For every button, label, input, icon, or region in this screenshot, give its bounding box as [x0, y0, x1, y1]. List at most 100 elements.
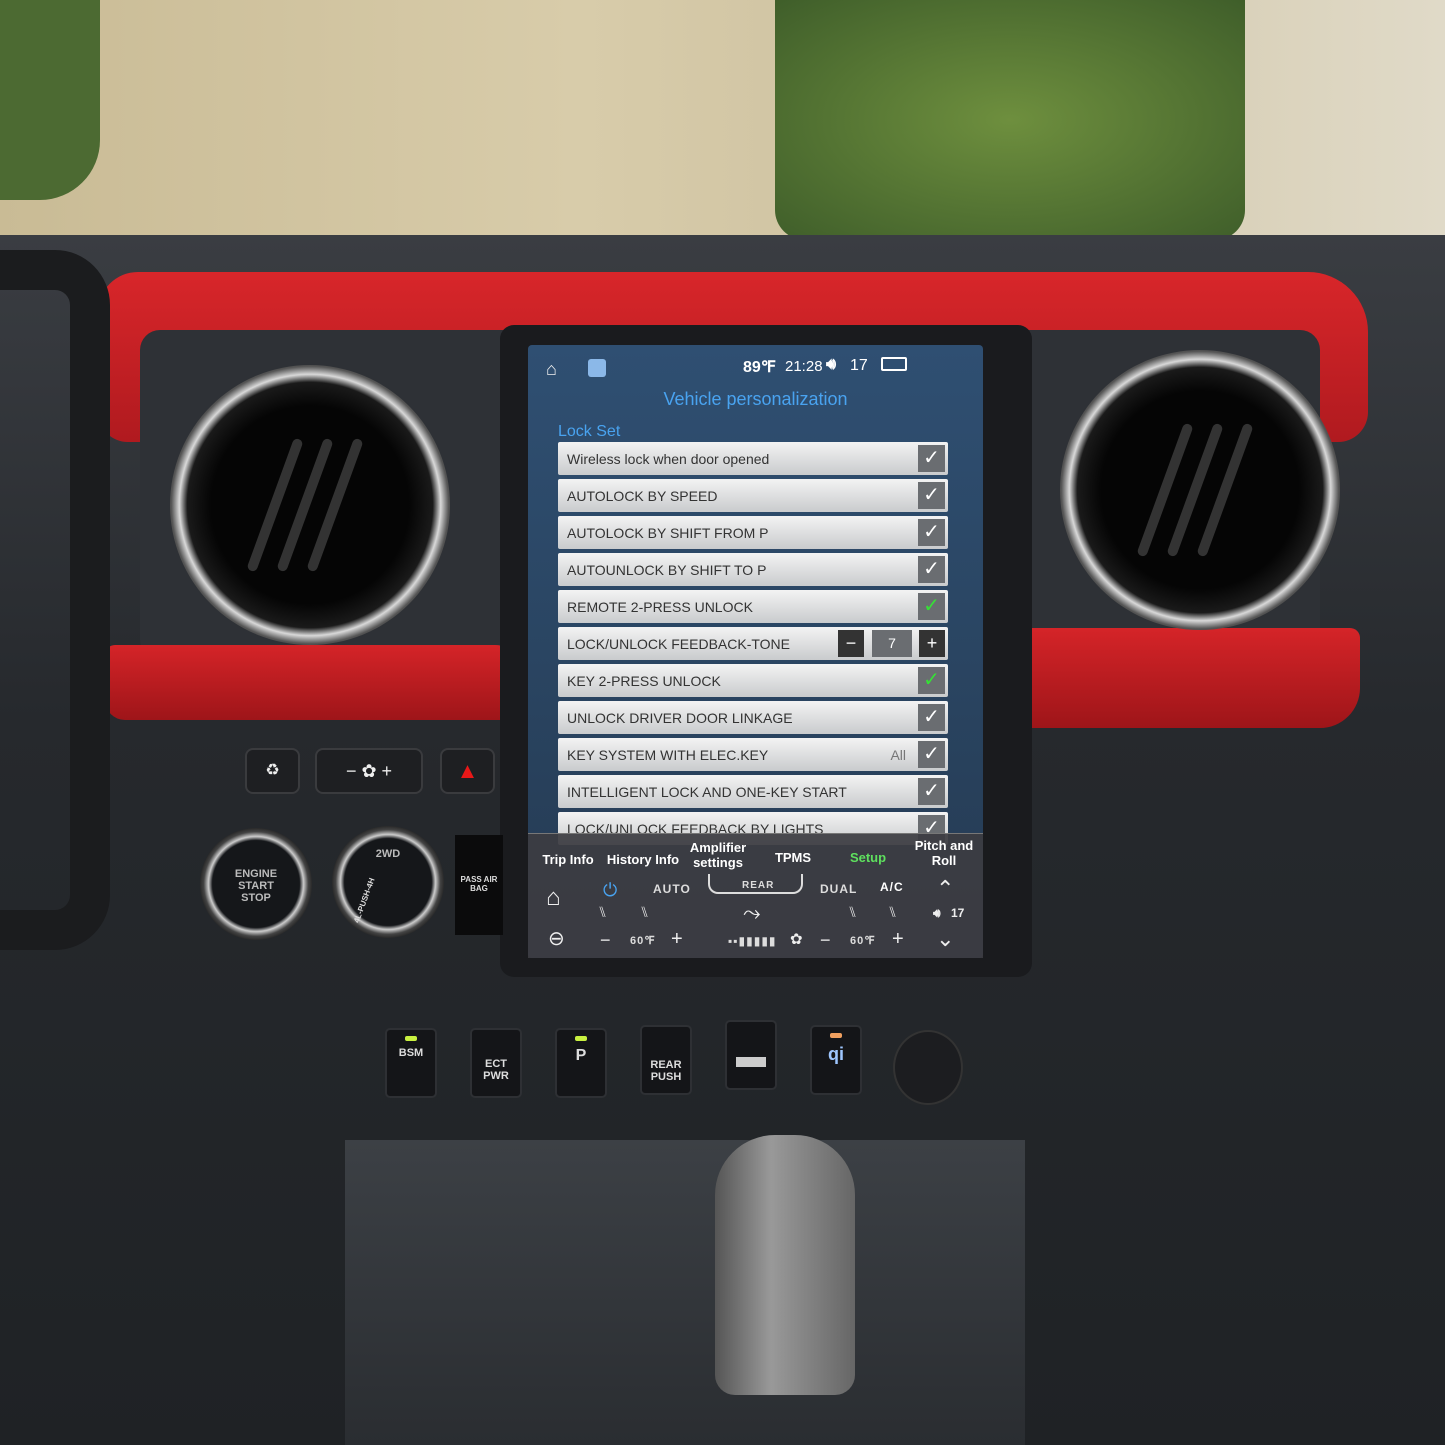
seat-heat-left-icon[interactable]: ⑊ [598, 904, 607, 921]
rear-label: REAR [742, 880, 775, 891]
qi-wireless-charger-switch[interactable]: qi [810, 1025, 862, 1095]
tab-pitch-and-roll[interactable]: Pitch and Roll [908, 838, 980, 868]
setting-label: AUTOLOCK BY SHIFT FROM P [567, 525, 769, 541]
bottom-control-bar: Trip Info History Info Amplifier setting… [528, 833, 983, 958]
speaker-icon: 🔊︎ [826, 356, 837, 373]
app-icon[interactable] [588, 359, 606, 377]
parking-sensor-switch[interactable]: P [555, 1028, 607, 1098]
fan-minus[interactable]: − [346, 761, 357, 781]
chevron-down-icon[interactable]: ⌃ [936, 924, 954, 950]
setting-row[interactable]: INTELLIGENT LOCK AND ONE-KEY START ✓ [558, 775, 948, 808]
setting-row[interactable]: KEY SYSTEM WITH ELEC.KEY All ✓ [558, 738, 948, 771]
setting-label: KEY SYSTEM WITH ELEC.KEY [567, 747, 769, 763]
setting-row[interactable]: AUTOUNLOCK BY SHIFT TO P ✓ [558, 553, 948, 586]
tab-amplifier-settings[interactable]: Amplifier settings [683, 840, 753, 870]
page-title: Vehicle personalization [663, 389, 848, 409]
red-trim-left [105, 645, 525, 720]
seat-heat-right-icon[interactable]: ⑊ [848, 904, 857, 921]
temperature: 89℉ [743, 359, 777, 376]
checkbox[interactable]: ✓ [918, 593, 945, 620]
setting-row[interactable]: UNLOCK DRIVER DOOR LINKAGE ✓ [558, 701, 948, 734]
seat-cool-left-icon[interactable]: ⑊ [640, 904, 649, 921]
section-title: Lock Set [558, 423, 621, 440]
volume-level: 17 [850, 357, 868, 374]
setting-label: AUTOUNLOCK BY SHIFT TO P [567, 562, 767, 578]
recent-apps-icon[interactable] [881, 357, 907, 371]
bsm-switch[interactable]: BSM [385, 1028, 437, 1098]
bottom-volume: 17 [951, 906, 965, 920]
left-air-vent[interactable] [170, 365, 450, 645]
tab-setup[interactable]: Setup [838, 850, 898, 865]
bsm-label: BSM [398, 1047, 424, 1059]
checkbox[interactable]: ✓ [918, 445, 945, 472]
back-icon[interactable]: ⊖ [548, 926, 565, 951]
engine-start-stop-button[interactable]: ENGINE START STOP [200, 828, 312, 940]
head-unit-screen: ⌂ 89℉ 21:28 🔊︎ 17 Vehicle personalizatio… [528, 345, 983, 958]
parking-label: P [575, 1047, 587, 1064]
setting-label: Wireless lock when door opened [567, 451, 770, 467]
tab-trip-info[interactable]: Trip Info [538, 852, 598, 867]
setting-row[interactable]: Wireless lock when door opened ✓ [558, 442, 948, 475]
home-icon[interactable]: ⌂ [546, 359, 557, 380]
gear-shifter[interactable] [715, 1135, 855, 1395]
dual-button[interactable]: DUAL [820, 882, 857, 896]
setting-row[interactable]: KEY 2-PRESS UNLOCK ✓ [558, 664, 948, 697]
left-temp: 60℉ [630, 935, 656, 947]
increase-button[interactable]: + [919, 630, 945, 657]
setting-row[interactable]: REMOTE 2-PRESS UNLOCK ✓ [558, 590, 948, 623]
clock: 21:28 [785, 358, 823, 375]
left-temp-minus[interactable]: − [600, 930, 611, 951]
rear-window-switch[interactable]: REAR PUSH [640, 1025, 692, 1095]
fan-speed-bar[interactable]: ▪▪▮▮▮▮▮ [728, 934, 777, 948]
airflow-mode-icon[interactable]: ⤳ [743, 900, 761, 926]
tab-tpms[interactable]: TPMS [763, 850, 823, 865]
fan-plus[interactable]: + [382, 761, 393, 781]
checkbox[interactable]: ✓ [918, 741, 945, 768]
home-icon[interactable]: ⌂ [546, 884, 561, 912]
decrease-button[interactable]: − [838, 630, 864, 657]
right-temp-plus[interactable]: + [892, 928, 904, 951]
checkbox[interactable]: ✓ [918, 482, 945, 509]
tab-history-info[interactable]: History Info [603, 852, 683, 867]
checkbox[interactable]: ✓ [918, 667, 945, 694]
power-outlet[interactable] [893, 1030, 963, 1105]
ac-button[interactable]: A/C [880, 880, 904, 894]
setting-option[interactable]: All [890, 747, 906, 763]
setting-label: UNLOCK DRIVER DOOR LINKAGE [567, 710, 793, 726]
right-air-vent[interactable] [1060, 350, 1340, 630]
setting-label: LOCK/UNLOCK FEEDBACK-TONE [567, 636, 791, 652]
center-console [345, 1140, 1025, 1445]
rear-defrost-button[interactable]: REAR [708, 874, 803, 894]
ect-power-switch[interactable]: ECT PWR [470, 1028, 522, 1098]
fan-speed-control[interactable]: − ✿ + [315, 748, 423, 794]
setting-label: INTELLIGENT LOCK AND ONE-KEY START [567, 784, 847, 800]
auto-button[interactable]: AUTO [653, 882, 691, 896]
power-icon[interactable]: ⏻ [603, 880, 617, 901]
checkbox[interactable]: ✓ [918, 519, 945, 546]
checkbox[interactable]: ✓ [918, 778, 945, 805]
qi-label: qi [828, 1044, 844, 1064]
fan-icon: ✿ [790, 931, 803, 948]
setting-row[interactable]: AUTOLOCK BY SHIFT FROM P ✓ [558, 516, 948, 549]
hedge [775, 0, 1245, 240]
setting-value: 7 [872, 630, 912, 657]
usb-port[interactable] [725, 1020, 777, 1090]
recirculation-icon: ♻ [265, 762, 280, 779]
speaker-icon: 🔊︎ [933, 906, 941, 920]
setting-row[interactable]: AUTOLOCK BY SPEED ✓ [558, 479, 948, 512]
setting-label: AUTOLOCK BY SPEED [567, 488, 718, 504]
drive-mode-knob[interactable]: 2WD 4L-PUSH-4H [332, 826, 444, 938]
chevron-up-icon[interactable]: ⌃ [936, 876, 954, 902]
setting-row[interactable]: LOCK/UNLOCK FEEDBACK-TONE −7 + [558, 627, 948, 660]
seat-cool-right-icon[interactable]: ⑊ [888, 904, 897, 921]
drive-modes-label: 4L-PUSH-4H [352, 876, 377, 925]
steering-wheel [0, 250, 110, 950]
setting-label: KEY 2-PRESS UNLOCK [567, 673, 721, 689]
recirculation-button[interactable]: ♻ [245, 748, 300, 794]
hazard-button[interactable]: ▲ [440, 748, 495, 794]
left-temp-plus[interactable]: + [671, 928, 683, 951]
right-temp-minus[interactable]: − [820, 930, 831, 951]
hedge [0, 0, 100, 200]
checkbox[interactable]: ✓ [918, 704, 945, 731]
checkbox[interactable]: ✓ [918, 556, 945, 583]
